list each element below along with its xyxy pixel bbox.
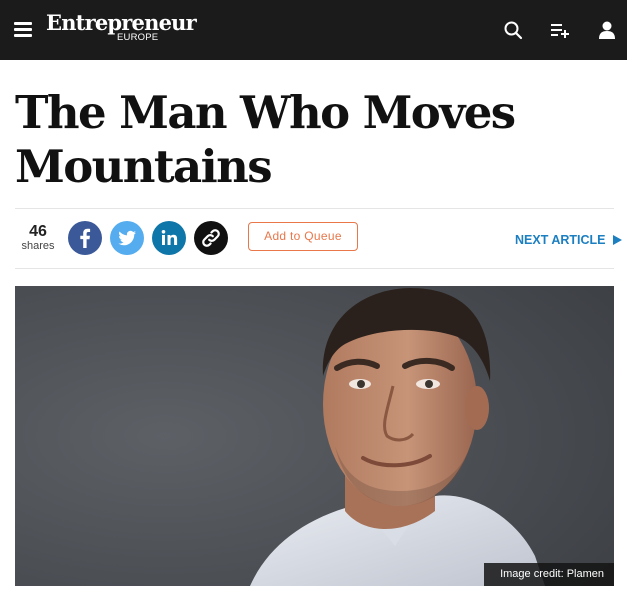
facebook-icon xyxy=(80,228,91,248)
copy-link-button[interactable] xyxy=(194,221,228,255)
linkedin-share-button[interactable] xyxy=(152,221,186,255)
logo-brand: Entrepreneur xyxy=(46,10,197,35)
user-icon[interactable] xyxy=(597,20,617,40)
article-hero-image: Image credit: Plamen xyxy=(15,286,614,586)
share-count-label: shares xyxy=(21,240,55,252)
twitter-share-button[interactable] xyxy=(110,221,144,255)
portrait-illustration xyxy=(15,286,614,586)
share-count: 46 shares xyxy=(19,223,57,252)
site-logo[interactable]: Entrepreneur EUROPE xyxy=(46,10,197,43)
top-navigation-bar: Entrepreneur EUROPE xyxy=(0,0,627,60)
menu-icon[interactable] xyxy=(14,22,32,37)
divider xyxy=(15,268,614,269)
next-article-link[interactable]: NEXT ARTICLE xyxy=(515,233,622,247)
add-to-queue-icon[interactable] xyxy=(550,20,570,40)
logo-region: EUROPE xyxy=(117,32,159,43)
search-icon[interactable] xyxy=(503,20,523,40)
next-article-label: NEXT ARTICLE xyxy=(515,233,606,247)
add-to-queue-button[interactable]: Add to Queue xyxy=(248,222,358,251)
twitter-icon xyxy=(118,230,136,246)
divider xyxy=(15,208,614,209)
article-title: The Man Who Moves Mountains xyxy=(15,86,516,193)
share-count-number: 46 xyxy=(29,223,47,240)
facebook-share-button[interactable] xyxy=(68,221,102,255)
image-credit: Image credit: Plamen xyxy=(484,563,614,586)
linkedin-icon xyxy=(161,230,178,245)
link-icon xyxy=(202,229,220,247)
play-arrow-icon xyxy=(612,235,622,245)
